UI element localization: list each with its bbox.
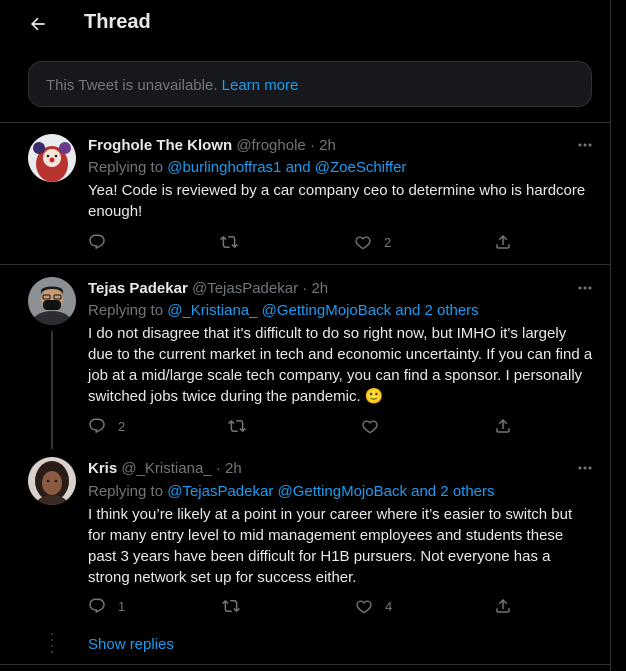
show-replies-link[interactable]: Show replies: [88, 636, 174, 653]
replying-to-users[interactable]: @burlinghoffras1 and @ZoeSchiffer: [167, 159, 406, 176]
separator: ·: [309, 137, 315, 154]
retweet-icon: [222, 599, 240, 613]
retweet-icon: [228, 419, 246, 433]
unavailable-text: This Tweet is unavailable.: [46, 77, 218, 94]
unavailable-tweet-notice: This Tweet is unavailable. Learn more: [28, 61, 592, 107]
share-button[interactable]: [494, 417, 512, 435]
retweet-button[interactable]: [228, 417, 258, 435]
more-icon: [578, 143, 592, 147]
like-count: 2: [384, 234, 392, 250]
replying-to-users[interactable]: @_Kristiana_ @GettingMojoBack and 2 othe…: [167, 302, 478, 319]
retweet-icon: [220, 235, 238, 249]
share-button[interactable]: [494, 233, 512, 251]
more-options-button[interactable]: [577, 137, 593, 153]
display-name[interactable]: Tejas Padekar: [88, 280, 188, 297]
replying-to: Replying to @burlinghoffras1 and @ZoeSch…: [88, 159, 406, 176]
tweet-header: Tejas Padekar @TejasPadekar · 2h: [88, 280, 328, 297]
like-count: 4: [385, 598, 393, 614]
column-border: [610, 0, 611, 671]
tweet[interactable]: Tejas Padekar @TejasPadekar · 2h Replyin…: [0, 265, 610, 449]
handle[interactable]: @TejasPadekar: [192, 280, 298, 297]
replying-to-label: Replying to: [88, 302, 164, 319]
heart-icon: [356, 600, 372, 614]
more-options-button[interactable]: [577, 280, 593, 296]
share-button[interactable]: [494, 597, 512, 615]
handle[interactable]: @froghole: [236, 137, 305, 154]
tweet-header: Kris @_Kristiana_ · 2h: [88, 460, 242, 477]
separator: ·: [302, 280, 308, 297]
heart-icon: [355, 236, 371, 250]
like-button[interactable]: 2: [354, 233, 391, 251]
timestamp[interactable]: 2h: [319, 137, 336, 154]
handle[interactable]: @_Kristiana_: [121, 460, 211, 477]
divider: [0, 664, 610, 665]
reply-button[interactable]: [88, 233, 118, 251]
tweet-header: Froghole The Klown @froghole · 2h: [88, 137, 336, 154]
back-button[interactable]: [24, 10, 52, 38]
like-button[interactable]: 4: [355, 597, 392, 615]
replying-to-label: Replying to: [88, 159, 164, 176]
thread-connector: [51, 331, 53, 449]
tweet-text: Yea! Code is reviewed by a car company c…: [88, 182, 586, 220]
share-icon: [496, 234, 510, 249]
tweet-text: I think you’re likely at a point in your…: [88, 506, 573, 586]
reply-icon: [89, 418, 105, 434]
reply-button[interactable]: 2: [88, 417, 125, 435]
replying-to-users[interactable]: @TejasPadekar @GettingMojoBack and 2 oth…: [167, 483, 494, 500]
more-icon: [578, 286, 592, 290]
replying-to: Replying to @_Kristiana_ @GettingMojoBac…: [88, 302, 479, 319]
reply-icon: [89, 234, 105, 250]
heart-icon: [362, 420, 378, 434]
retweet-button[interactable]: [220, 233, 250, 251]
thread-dots: [51, 633, 53, 655]
learn-more-link[interactable]: Learn more: [222, 77, 299, 94]
avatar[interactable]: [28, 457, 76, 505]
avatar[interactable]: [28, 134, 76, 182]
display-name[interactable]: Froghole The Klown: [88, 137, 232, 154]
timestamp[interactable]: 2h: [311, 280, 328, 297]
tweet-text: I do not disagree that it's difficult to…: [88, 325, 593, 405]
page-title: Thread: [84, 11, 151, 33]
retweet-button[interactable]: [222, 597, 252, 615]
avatar[interactable]: [28, 277, 76, 325]
reply-count: 1: [118, 598, 126, 614]
reply-icon: [89, 598, 105, 614]
tweet[interactable]: Froghole The Klown @froghole · 2h Replyi…: [0, 123, 610, 264]
thread-header: Thread: [0, 0, 610, 48]
more-icon: [578, 466, 592, 470]
reply-button[interactable]: 1: [88, 597, 125, 615]
arrow-left-icon: [30, 17, 45, 31]
replying-to-label: Replying to: [88, 483, 164, 500]
display-name[interactable]: Kris: [88, 460, 117, 477]
more-options-button[interactable]: [577, 460, 593, 476]
like-button[interactable]: [361, 417, 391, 435]
tweet[interactable]: Kris @_Kristiana_ · 2h Replying to @Teja…: [0, 445, 610, 625]
separator: ·: [215, 460, 221, 477]
timestamp[interactable]: 2h: [225, 460, 242, 477]
share-icon: [496, 598, 510, 613]
share-icon: [496, 418, 510, 433]
replying-to: Replying to @TejasPadekar @GettingMojoBa…: [88, 483, 495, 500]
reply-count: 2: [118, 418, 126, 434]
